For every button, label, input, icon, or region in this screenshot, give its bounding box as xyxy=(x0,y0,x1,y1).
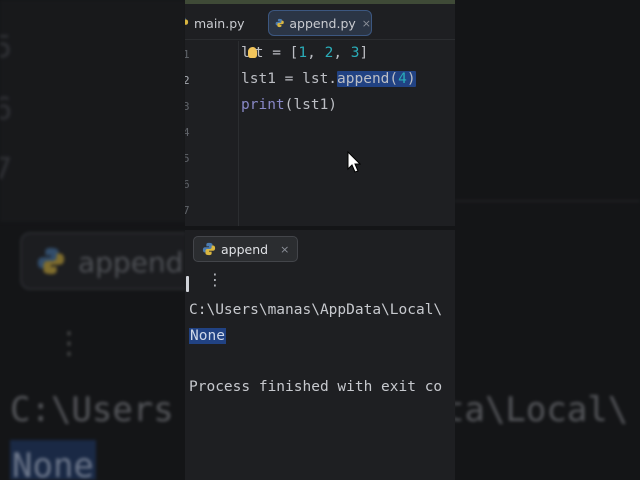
backdrop-divider xyxy=(454,200,640,202)
code-number: 4 xyxy=(398,71,407,87)
console-path-line: C:\Users\manas\AppData\Local\ xyxy=(189,302,443,318)
code-token: ) xyxy=(406,71,416,87)
backdrop-line-number: 6 xyxy=(0,92,13,127)
line-number-gutter: 1 2 3 4 5 6 7 xyxy=(185,41,239,227)
python-icon xyxy=(37,247,65,275)
tab-main-py[interactable]: main.py xyxy=(185,10,245,36)
backdrop-tab-label: append xyxy=(78,246,184,279)
close-icon[interactable]: × xyxy=(280,243,289,256)
toolbar-separator xyxy=(186,276,189,292)
code-token: , xyxy=(333,45,351,61)
code-number: 1 xyxy=(298,45,308,61)
code-token: ] xyxy=(359,45,369,61)
tab-append-py[interactable]: append.py × xyxy=(268,10,372,36)
mouse-cursor-icon xyxy=(347,151,361,173)
tab-label: main.py xyxy=(194,15,245,31)
code-editor[interactable]: 1 2 3 4 5 6 7 lt = [1, 2, 3] lst1 = lst.… xyxy=(185,41,455,227)
code-token: (lst1) xyxy=(284,97,338,113)
run-tab-label: append xyxy=(221,241,269,257)
line-number: 1 xyxy=(185,48,190,61)
editor-tab-bar: main.py append.py × xyxy=(185,4,455,40)
run-tab-append[interactable]: append × xyxy=(193,236,299,262)
backdrop-line-number: 5 xyxy=(0,30,13,65)
line-number: 7 xyxy=(185,204,190,217)
backdrop-kebab-icon: ⋮ xyxy=(54,326,84,361)
console-result-line: None xyxy=(189,328,226,344)
selected-output: None xyxy=(189,328,226,344)
ide-panel: main.py append.py × 1 2 3 4 5 6 7 lt = [… xyxy=(185,0,455,480)
line-number: 4 xyxy=(185,126,190,139)
tab-label: append.py xyxy=(289,15,356,31)
python-icon xyxy=(202,242,216,256)
run-tool-header: append × xyxy=(185,230,455,268)
code-token: append( xyxy=(337,71,399,87)
code-token: t = [ xyxy=(254,45,299,61)
line-number: 3 xyxy=(185,100,190,113)
close-icon[interactable]: × xyxy=(362,17,371,30)
line-number: 2 xyxy=(185,74,190,87)
run-toolbar: ⋮ xyxy=(185,268,455,296)
selected-text: append(4) xyxy=(337,71,416,87)
python-icon xyxy=(275,18,284,28)
backdrop-path-right: ta\Local\ xyxy=(454,390,629,430)
more-options-icon[interactable]: ⋮ xyxy=(207,272,223,288)
backdrop-right: ta\Local\ xyxy=(454,0,640,480)
code-number: 3 xyxy=(350,45,360,61)
python-icon xyxy=(185,17,189,25)
run-console[interactable]: C:\Users\manas\AppData\Local\ None Proce… xyxy=(185,296,455,480)
code-builtin: print xyxy=(241,97,285,113)
line-number: 5 xyxy=(185,152,190,165)
code-line-3: print(lst1) xyxy=(241,97,337,113)
line-number: 6 xyxy=(185,178,190,191)
code-line-1: lt = [1, 2, 3] xyxy=(241,45,368,61)
backdrop-editor: 5 6 7 xyxy=(0,0,186,222)
code-token: lst1 = lst. xyxy=(241,71,338,87)
code-token: , xyxy=(307,45,325,61)
console-exit-line: Process finished with exit co xyxy=(189,379,443,395)
code-line-2: lst1 = lst.append(4) xyxy=(241,71,416,87)
backdrop-result: None xyxy=(10,440,96,480)
backdrop-path: C:\Users xyxy=(10,390,174,430)
backdrop-left: 5 6 7 append ⋮ C:\Users None xyxy=(0,0,186,480)
backdrop-line-number: 7 xyxy=(0,152,13,187)
